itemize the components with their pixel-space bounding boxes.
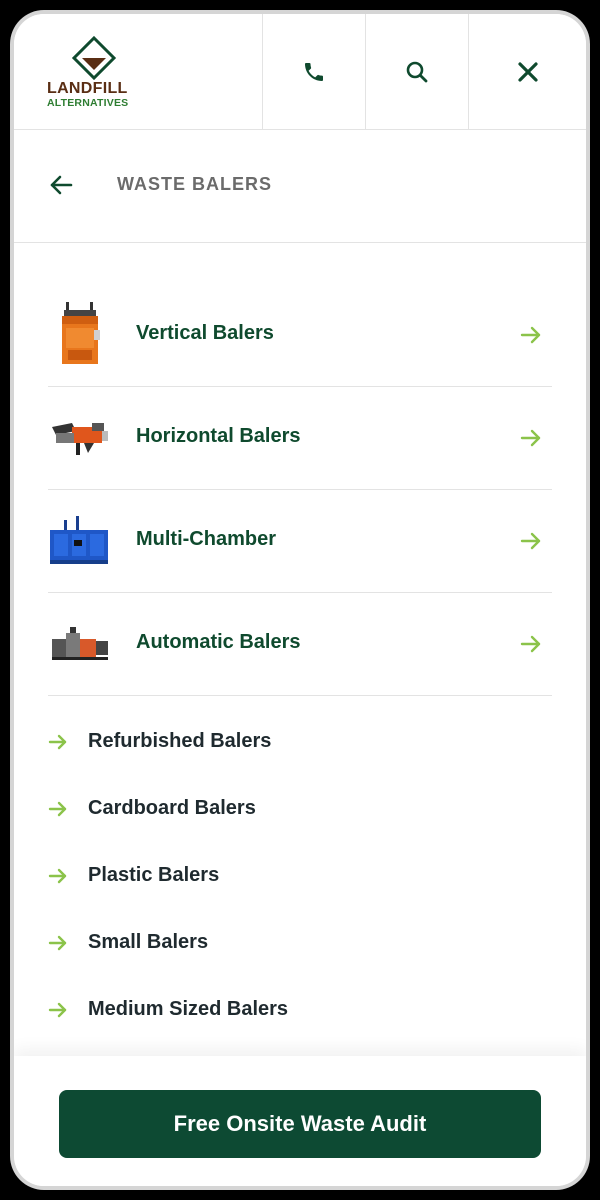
back-button[interactable] bbox=[46, 170, 76, 200]
sticky-footer: Free Onsite Waste Audit bbox=[14, 1056, 586, 1186]
logo-line-2: ALTERNATIVES bbox=[47, 97, 129, 109]
close-menu-button[interactable] bbox=[468, 14, 586, 129]
free-waste-audit-button[interactable]: Free Onsite Waste Audit bbox=[59, 1090, 541, 1158]
search-icon bbox=[406, 61, 428, 82]
phone-button[interactable] bbox=[262, 14, 365, 129]
menu-item-multi-chamber[interactable]: Multi-Chamber bbox=[48, 490, 552, 593]
horizontal-baler-image bbox=[52, 423, 108, 455]
menu-item-label: Vertical Balers bbox=[136, 322, 274, 344]
arrow-right-icon bbox=[520, 635, 541, 653]
arrow-right-icon bbox=[48, 935, 67, 951]
link-label: Medium Sized Balers bbox=[88, 998, 289, 1020]
menu-item-horizontal-balers[interactable]: Horizontal Balers bbox=[48, 387, 552, 490]
menu-item-automatic-balers[interactable]: Automatic Balers bbox=[48, 593, 552, 696]
logo-text: LANDFILL ALTERNATIVES bbox=[47, 80, 147, 109]
featured-baler-list: Vertical Balers Horizontal Balers Multi-… bbox=[48, 284, 552, 696]
back-arrow-icon bbox=[50, 175, 73, 195]
submenu-title: WASTE BALERS bbox=[117, 174, 273, 194]
arrow-right-icon bbox=[48, 868, 67, 884]
phone-icon bbox=[305, 62, 323, 81]
arrow-right-icon bbox=[48, 734, 67, 750]
link-plastic-balers[interactable]: Plastic Balers bbox=[48, 844, 552, 911]
arrow-right-icon bbox=[520, 429, 541, 447]
search-button[interactable] bbox=[365, 14, 468, 129]
link-label: Plastic Balers bbox=[88, 864, 220, 886]
link-medium-sized-balers[interactable]: Medium Sized Balers bbox=[48, 978, 552, 1045]
arrow-right-icon bbox=[48, 1002, 67, 1018]
menu-item-label: Horizontal Balers bbox=[136, 425, 301, 447]
menu-item-label: Automatic Balers bbox=[136, 631, 301, 653]
link-label: Refurbished Balers bbox=[88, 730, 272, 752]
baler-link-list: Refurbished Balers Cardboard Balers Plas… bbox=[48, 710, 552, 1045]
mobile-menu-screen: LANDFILL ALTERNATIVES WASTE BALERS Verti… bbox=[14, 14, 586, 1186]
site-header: LANDFILL ALTERNATIVES bbox=[14, 14, 586, 130]
submenu-header: WASTE BALERS bbox=[14, 130, 586, 243]
link-label: Cardboard Balers bbox=[88, 797, 256, 819]
logo-diamond-icon bbox=[72, 36, 116, 80]
link-small-balers[interactable]: Small Balers bbox=[48, 911, 552, 978]
multi-chamber-baler-image bbox=[50, 516, 108, 564]
link-refurbished-balers[interactable]: Refurbished Balers bbox=[48, 710, 552, 777]
link-cardboard-balers[interactable]: Cardboard Balers bbox=[48, 777, 552, 844]
vertical-baler-image bbox=[62, 302, 100, 364]
link-label: Small Balers bbox=[88, 931, 209, 953]
arrow-right-icon bbox=[520, 326, 541, 344]
menu-item-label: Multi-Chamber bbox=[136, 528, 276, 550]
brand-logo[interactable]: LANDFILL ALTERNATIVES bbox=[47, 36, 147, 116]
arrow-right-icon bbox=[520, 532, 541, 550]
menu-item-vertical-balers[interactable]: Vertical Balers bbox=[48, 284, 552, 387]
logo-line-1: LANDFILL bbox=[47, 80, 128, 97]
arrow-right-icon bbox=[48, 801, 67, 817]
close-icon bbox=[518, 61, 538, 82]
automatic-baler-image bbox=[52, 627, 108, 660]
device-frame: LANDFILL ALTERNATIVES WASTE BALERS Verti… bbox=[0, 0, 600, 1200]
